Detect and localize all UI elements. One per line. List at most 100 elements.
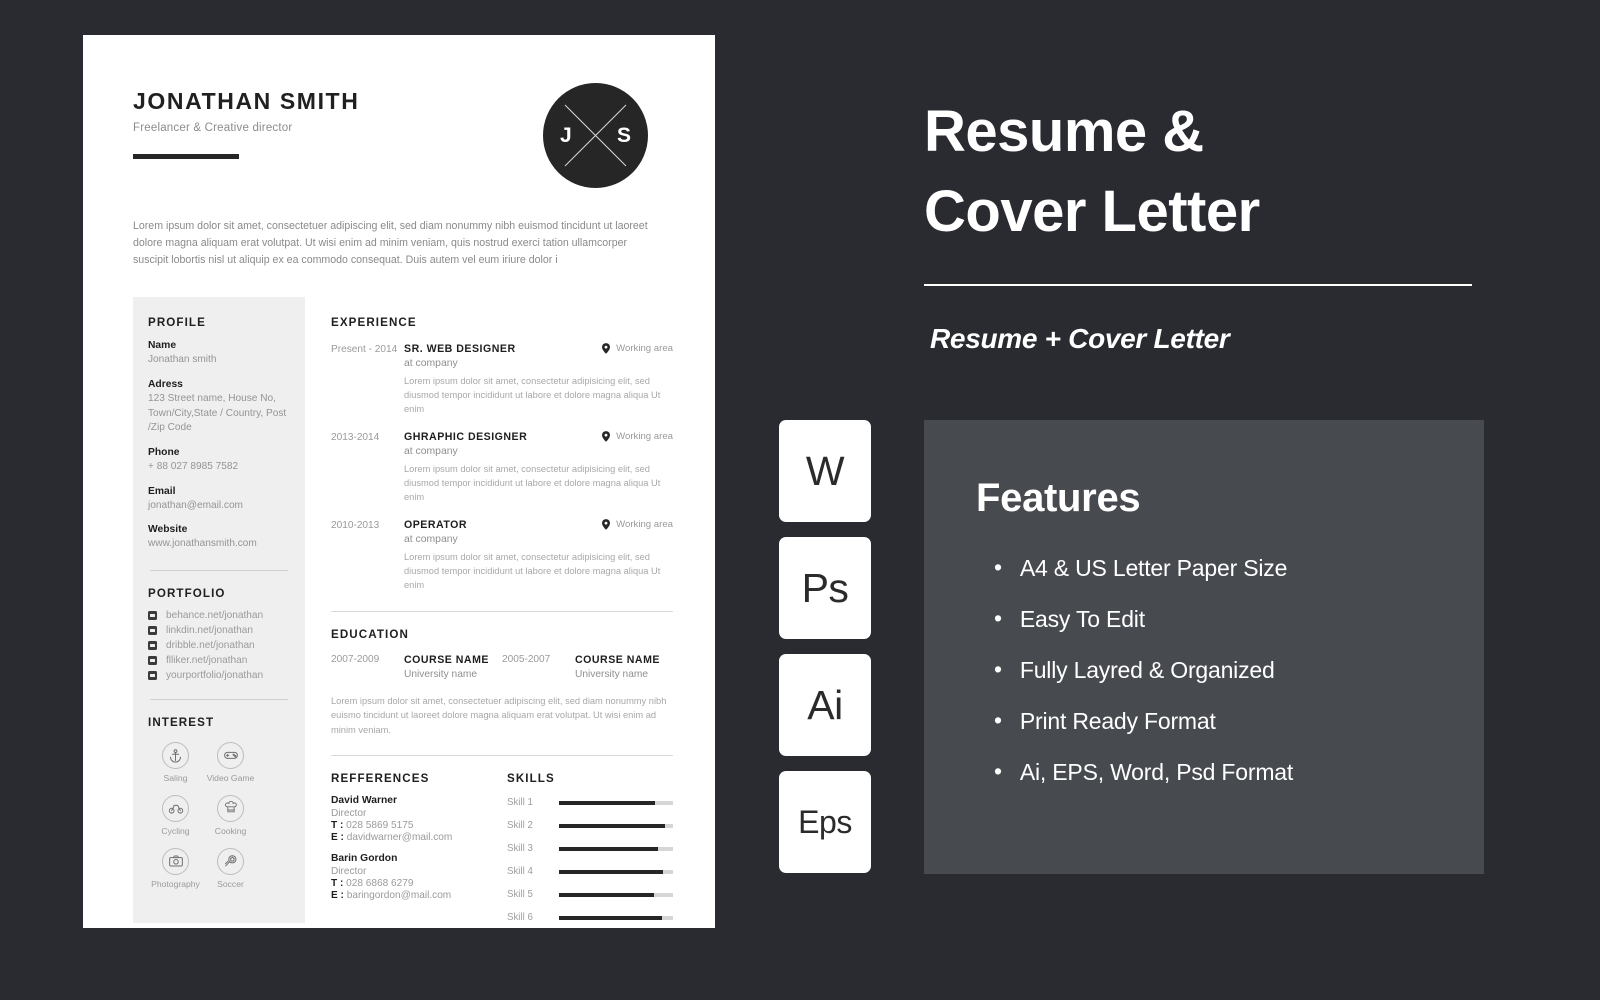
skill-bar-track bbox=[559, 800, 673, 805]
list-item: • Ai, EPS, Word, Psd Format bbox=[994, 759, 1484, 786]
profile-field-value: jonathan@email.com bbox=[148, 499, 243, 511]
gamepad-icon bbox=[217, 741, 244, 769]
experience-description: Lorem ipsum dolor sit amet, consectetur … bbox=[404, 376, 661, 415]
feature-label: Print Ready Format bbox=[1019, 708, 1216, 734]
education-section-title: EDUCATION bbox=[331, 627, 409, 641]
bullet-icon: • bbox=[994, 554, 1002, 580]
experience-location: Working area bbox=[616, 343, 673, 355]
profile-field: Email jonathan@email.com bbox=[148, 486, 290, 514]
experience-date: Present - 2014 bbox=[331, 344, 398, 356]
profile-field-value: Jonathan smith bbox=[148, 354, 217, 366]
interest-label: Cycling bbox=[161, 825, 190, 836]
location-pin-icon bbox=[602, 343, 611, 355]
skill-bar-fill bbox=[559, 892, 654, 897]
reference-name: David Warner bbox=[331, 795, 397, 807]
profile-field: Website www.jonathansmith.com bbox=[148, 524, 290, 552]
reference-item: Barin Gordon Director T : 028 6868 6279 … bbox=[331, 853, 507, 901]
list-item[interactable]: yourportfolio/jonathan bbox=[148, 670, 290, 681]
references-section: REFFERENCES David Warner Director T : 02… bbox=[331, 772, 507, 923]
section-divider bbox=[331, 755, 673, 757]
dribbble-icon bbox=[148, 640, 157, 650]
education-university: University name bbox=[575, 668, 649, 680]
features-list: • A4 & US Letter Paper Size • Easy To Ed… bbox=[994, 555, 1484, 786]
bullet-icon: • bbox=[994, 707, 1002, 733]
list-item: • Print Ready Format bbox=[994, 708, 1484, 735]
header-rule bbox=[133, 154, 239, 159]
references-section-title: REFFERENCES bbox=[331, 772, 430, 786]
interest-label: Soccer bbox=[217, 878, 244, 889]
resume-summary: Lorem ipsum dolor sit amet, consectetuer… bbox=[133, 220, 648, 267]
skill-bar-fill bbox=[559, 846, 659, 851]
experience-date: 2010-2013 bbox=[331, 520, 380, 532]
reference-role: Director bbox=[331, 866, 367, 878]
education-university: University name bbox=[404, 668, 478, 680]
reference-phone-label: T : bbox=[331, 820, 344, 832]
portfolio-icon bbox=[148, 670, 157, 680]
skill-label: Skill 1 bbox=[507, 797, 533, 809]
reference-email-label: E : bbox=[331, 832, 344, 844]
experience-company: at company bbox=[404, 534, 458, 546]
experience-description: Lorem ipsum dolor sit amet, consectetur … bbox=[404, 464, 661, 503]
monogram-logo: J S bbox=[543, 83, 648, 188]
skill-label: Skill 4 bbox=[507, 866, 533, 878]
reference-phone-label: T : bbox=[331, 878, 344, 890]
interest-section-title: INTEREST bbox=[148, 715, 215, 729]
education-item: 2007-2009 COURSE NAME University name bbox=[331, 654, 502, 680]
interest-label: Cooking bbox=[214, 825, 247, 836]
illustrator-format-badge: Ai bbox=[779, 654, 871, 756]
list-item[interactable]: linkdin.net/jonathan bbox=[148, 625, 290, 636]
logo-initial-left: J bbox=[560, 123, 572, 147]
sidebar-divider bbox=[150, 569, 288, 571]
profile-section-title: PROFILE bbox=[148, 316, 206, 330]
interest-label: Saling bbox=[163, 772, 188, 783]
list-item[interactable]: flliker.net/jonathan bbox=[148, 655, 290, 666]
list-item: Photography bbox=[148, 847, 203, 889]
profile-field-value: 123 Street name, House No, Town/City,Sta… bbox=[148, 393, 287, 434]
reference-name: Barin Gordon bbox=[331, 853, 398, 865]
reference-item: David Warner Director T : 028 5869 5175 … bbox=[331, 795, 507, 843]
reference-phone-value: 028 5869 5175 bbox=[346, 820, 414, 832]
bullet-icon: • bbox=[994, 656, 1002, 682]
skill-bar-track bbox=[559, 915, 673, 920]
camera-icon bbox=[162, 847, 189, 875]
education-description: Lorem ipsum dolor sit amet, consectetuer… bbox=[331, 695, 667, 735]
portfolio-section-title: PORTFOLIO bbox=[148, 586, 226, 600]
reference-email: E : baringordon@mail.com bbox=[331, 890, 507, 901]
resume-main-column: EXPERIENCE Present - 2014 SR. WEB DESIGN… bbox=[305, 297, 673, 923]
list-item: • Fully Layred & Organized bbox=[994, 657, 1484, 684]
promo-title-line1: Resume & bbox=[924, 99, 1204, 164]
list-item[interactable]: dribble.net/jonathan bbox=[148, 640, 290, 651]
eps-format-badge: Eps bbox=[779, 771, 871, 873]
list-item: • A4 & US Letter Paper Size bbox=[994, 555, 1484, 582]
promo-divider bbox=[924, 284, 1472, 286]
features-panel: Features • A4 & US Letter Paper Size • E… bbox=[924, 420, 1484, 874]
portfolio-link-label: dribble.net/jonathan bbox=[166, 639, 255, 651]
experience-description: Lorem ipsum dolor sit amet, consectetur … bbox=[404, 552, 661, 590]
list-item: Cooking bbox=[203, 794, 258, 836]
list-item: Saling bbox=[148, 741, 203, 783]
sidebar-divider bbox=[150, 698, 288, 700]
skill-bar-fill bbox=[559, 800, 655, 805]
portfolio-link-label: yourportfolio/jonathan bbox=[166, 669, 264, 681]
profile-field-label: Email bbox=[148, 485, 176, 497]
feature-label: Fully Layred & Organized bbox=[1019, 657, 1275, 683]
features-title: Features bbox=[976, 476, 1141, 520]
list-item: Video Game bbox=[203, 741, 258, 783]
skills-section-title: SKILLS bbox=[507, 772, 555, 786]
anchor-icon bbox=[162, 741, 189, 769]
feature-label: A4 & US Letter Paper Size bbox=[1019, 555, 1288, 581]
photoshop-format-badge: Ps bbox=[779, 537, 871, 639]
x-cross-icon bbox=[564, 104, 627, 167]
profile-field: Adress 123 Street name, House No, Town/C… bbox=[148, 379, 290, 436]
education-course: COURSE NAME bbox=[575, 653, 660, 666]
profile-field-label: Website bbox=[148, 524, 188, 536]
list-item[interactable]: behance.net/jonathan bbox=[148, 610, 290, 621]
skill-bar-fill bbox=[559, 869, 663, 874]
reference-email-value: davidwarner@mail.com bbox=[346, 832, 453, 844]
behance-icon bbox=[148, 610, 157, 620]
skill-bar-track bbox=[559, 846, 673, 851]
profile-field-label: Name bbox=[148, 340, 177, 352]
experience-company: at company bbox=[404, 446, 458, 458]
experience-company: at company bbox=[404, 358, 458, 370]
portfolio-link-label: behance.net/jonathan bbox=[166, 609, 264, 621]
